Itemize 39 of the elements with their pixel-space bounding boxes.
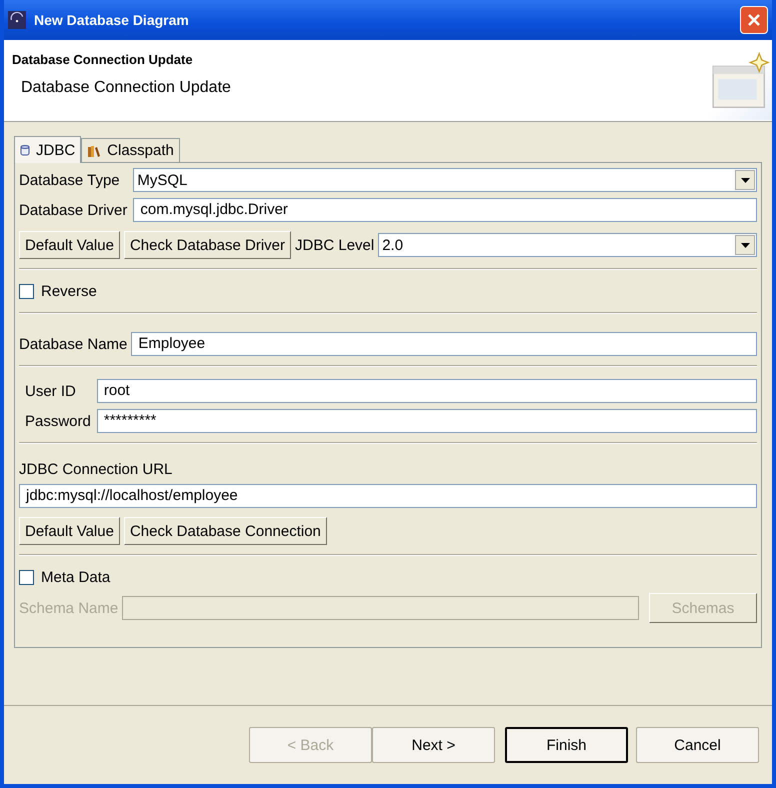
wizard-button[interactable]: Finish <box>505 727 628 763</box>
page-title: Database Connection Update <box>12 52 194 67</box>
close-button[interactable] <box>740 6 768 34</box>
connection-url-field[interactable]: jdbc:mysql://localhost/employee <box>19 484 757 508</box>
field-label: JDBC Connection URL <box>19 461 174 478</box>
wizard-button[interactable]: Cancel <box>636 727 759 763</box>
page-message: Database Connection Update <box>21 79 231 97</box>
meta-data-checkbox[interactable]: Meta Data <box>19 565 757 589</box>
database-driver-field[interactable]: com.mysql.jdbc.Driver <box>133 198 757 222</box>
check-connection-button[interactable]: Check Database Connection <box>124 517 327 545</box>
field-label: Database Name <box>19 336 128 352</box>
reverse-checkbox[interactable]: Reverse <box>19 279 757 303</box>
checkbox[interactable] <box>19 570 34 584</box>
schema-name-field[interactable] <box>122 596 639 620</box>
user-id-field[interactable]: root <box>96 379 757 403</box>
dropdown-arrow-icon <box>740 242 750 248</box>
database-type-dropdown[interactable]: MySQL <box>133 168 757 192</box>
checkbox[interactable] <box>19 284 34 298</box>
cylinder-icon <box>20 144 30 156</box>
check-driver-button[interactable]: Check Database Driver <box>124 231 292 259</box>
dropdown-arrow-icon <box>740 178 750 182</box>
database-name-field[interactable]: Employee <box>131 332 757 356</box>
field-label: Database Driver <box>19 202 128 218</box>
close-icon <box>747 13 761 27</box>
tab[interactable]: Classpath <box>81 138 180 162</box>
wizard-button[interactable]: Next > <box>372 727 495 763</box>
field-label: Password <box>25 412 91 430</box>
field-label: JDBC Level <box>295 236 374 254</box>
window-title: New Database Diagram <box>34 12 190 28</box>
app-icon <box>8 11 26 29</box>
field-label: User ID <box>25 382 77 400</box>
tab[interactable]: JDBC <box>14 136 82 163</box>
jdbc-level-dropdown[interactable]: 2.0 <box>378 233 757 257</box>
default-value-button[interactable]: Default Value <box>19 517 120 545</box>
field-label: Schema Name <box>19 600 118 616</box>
default-value-button[interactable]: Default Value <box>19 231 120 259</box>
password-field[interactable]: ********* <box>96 409 757 433</box>
field-label: Database Type <box>19 172 121 188</box>
books-icon <box>87 144 102 158</box>
